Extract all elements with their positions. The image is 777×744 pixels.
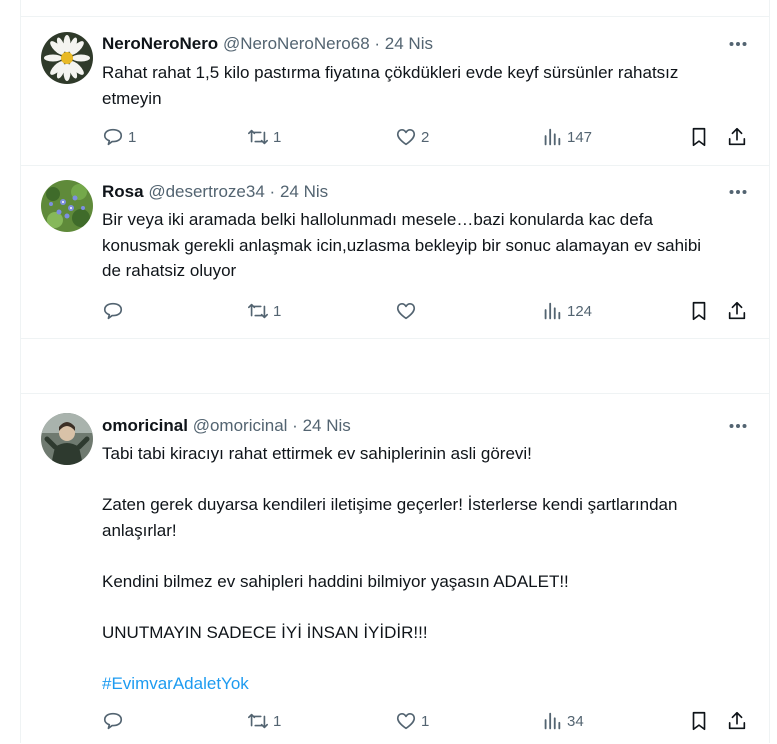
tweet-text-line: Kendini bilmez ev sahipleri haddini bilm…	[102, 571, 569, 591]
tweet-omoricinal[interactable]: omoricinal @omoricinal · 24 Nis Tabi tab…	[21, 393, 769, 744]
tweet-text-line: UNUTMAYIN SADECE İYİ İNSAN İYİDİR!!!	[102, 622, 428, 642]
tweet-actions: 1 124	[21, 296, 769, 326]
tweet-date[interactable]: 24 Nis	[280, 182, 328, 201]
view-count: 147	[567, 128, 593, 146]
tweet-text-line: Bir veya iki aramada belki hallolunmadı …	[102, 210, 702, 280]
reply-button[interactable]: 1	[102, 122, 136, 152]
retweet-count: 1	[273, 712, 282, 730]
views-button[interactable]: 124	[541, 296, 592, 326]
timeline-feed: NeroNeroNero @NeroNeroNero68 · 24 Nis Ra…	[20, 0, 770, 743]
separator-dot: ·	[292, 416, 298, 435]
tweet-text-line: Zaten gerek duyarsa kendileri iletişime …	[102, 495, 678, 540]
avatar[interactable]	[41, 32, 93, 84]
views-button[interactable]: 34	[541, 706, 584, 736]
bookmark-button[interactable]	[688, 122, 710, 152]
tweet-text: Tabi tabi kiracıyı rahat ettirmek ev sah…	[102, 441, 722, 696]
display-name[interactable]: NeroNeroNero	[102, 34, 218, 53]
more-horizontal-icon[interactable]	[727, 33, 749, 55]
tweet-header: omoricinal @omoricinal · 24 Nis	[102, 415, 351, 437]
user-handle[interactable]: @desertroze34	[148, 182, 265, 201]
like-button[interactable]: 1	[395, 706, 429, 736]
tweet-actions: 1 1 34	[21, 706, 769, 736]
retweet-count: 1	[273, 302, 282, 320]
display-name[interactable]: Rosa	[102, 182, 144, 201]
tweet-text-line: Rahat rahat 1,5 kilo pastırma fiyatına ç…	[102, 63, 679, 108]
heart-icon	[396, 129, 416, 146]
retweet-icon	[248, 713, 268, 729]
retweet-button[interactable]: 1	[247, 296, 281, 326]
tweet-header: Rosa @desertroze34 · 24 Nis	[102, 181, 328, 203]
heart-icon	[396, 303, 416, 320]
tweet-rosa[interactable]: Rosa @desertroze34 · 24 Nis Bir veya iki…	[21, 165, 769, 339]
heart-icon	[396, 713, 416, 730]
bar-chart-icon	[544, 712, 561, 730]
tweet-text: Bir veya iki aramada belki hallolunmadı …	[102, 207, 722, 284]
display-name[interactable]: omoricinal	[102, 416, 188, 435]
more-horizontal-icon[interactable]	[727, 415, 749, 437]
view-count: 124	[567, 302, 593, 320]
bookmark-icon	[692, 127, 706, 147]
share-button[interactable]	[726, 296, 748, 326]
more-horizontal-icon[interactable]	[727, 181, 749, 203]
view-count: 34	[567, 712, 584, 730]
retweet-count: 1	[273, 128, 282, 146]
share-upload-icon	[728, 127, 746, 146]
tweet-date[interactable]: 24 Nis	[385, 34, 433, 53]
tweet-text-line: Tabi tabi kiracıyı rahat ettirmek ev sah…	[102, 444, 532, 463]
reply-count: 1	[128, 128, 137, 146]
retweet-icon	[248, 129, 268, 145]
like-button[interactable]	[395, 296, 421, 326]
like-count: 1	[421, 712, 430, 730]
bookmark-icon	[692, 301, 706, 321]
reply-bubble-icon	[103, 128, 123, 146]
reply-bubble-icon	[103, 302, 123, 320]
share-upload-icon	[728, 711, 746, 730]
user-handle[interactable]: @omoricinal	[193, 416, 288, 435]
user-handle[interactable]: @NeroNeroNero68	[223, 34, 370, 53]
bar-chart-icon	[544, 302, 561, 320]
reply-bubble-icon	[103, 712, 123, 730]
bookmark-button[interactable]	[688, 706, 710, 736]
separator-dot: ·	[374, 34, 381, 53]
reply-button[interactable]	[102, 706, 128, 736]
tweet-header: NeroNeroNero @NeroNeroNero68 · 24 Nis	[102, 33, 433, 55]
tweet-actions: 1 1 2 147	[21, 122, 769, 152]
like-count: 2	[421, 128, 430, 146]
bookmark-button[interactable]	[688, 296, 710, 326]
tweet-date[interactable]: 24 Nis	[303, 416, 351, 435]
share-upload-icon	[728, 301, 746, 320]
tweet-text: Rahat rahat 1,5 kilo pastırma fiyatına ç…	[102, 60, 722, 111]
avatar[interactable]	[41, 413, 93, 465]
like-button[interactable]: 2	[395, 122, 429, 152]
avatar[interactable]	[41, 180, 93, 232]
reply-button[interactable]	[102, 296, 128, 326]
retweet-button[interactable]: 1	[247, 706, 281, 736]
bookmark-icon	[692, 711, 706, 731]
hashtag-link[interactable]: #EvimvarAdaletYok	[102, 674, 249, 693]
share-button[interactable]	[726, 706, 748, 736]
separator-dot: ·	[269, 182, 276, 201]
bar-chart-icon	[544, 128, 561, 146]
tweet-nero[interactable]: NeroNeroNero @NeroNeroNero68 · 24 Nis Ra…	[21, 16, 769, 166]
share-button[interactable]	[726, 122, 748, 152]
views-button[interactable]: 147	[541, 122, 592, 152]
retweet-icon	[248, 303, 268, 319]
retweet-button[interactable]: 1	[247, 122, 281, 152]
